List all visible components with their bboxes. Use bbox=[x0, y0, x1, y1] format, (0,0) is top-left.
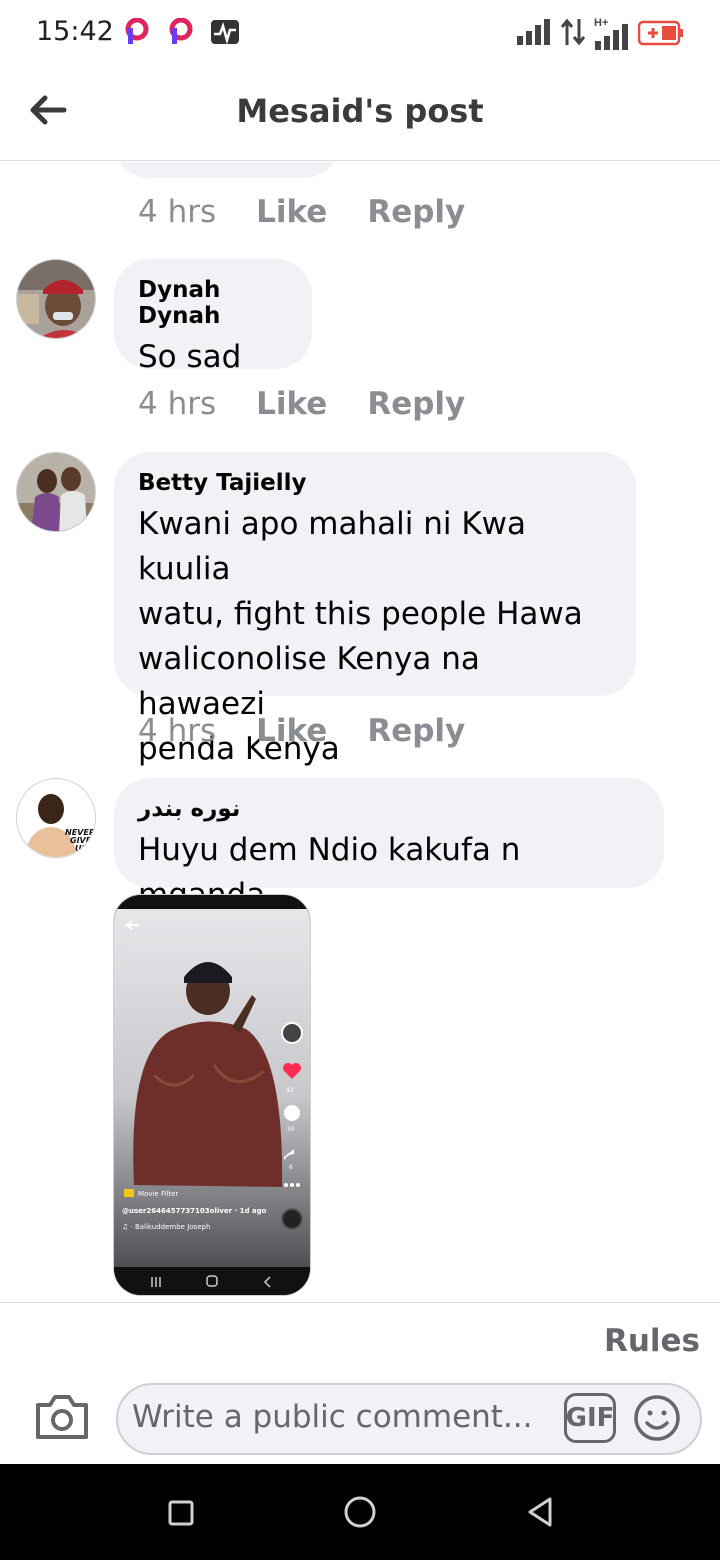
comment-composer: Rules Write a public comment... GIF bbox=[0, 1302, 720, 1464]
comment-meta: 4 hrs Like Reply bbox=[138, 194, 465, 230]
activity-icon bbox=[210, 18, 240, 51]
emoji-button[interactable] bbox=[632, 1393, 682, 1443]
like-button[interactable]: Like bbox=[256, 713, 327, 749]
comment-time: 4 hrs bbox=[138, 194, 217, 230]
svg-text:♫ · Balikuddembe Joseph: ♫ · Balikuddembe Joseph bbox=[122, 1223, 210, 1231]
svg-text:42: 42 bbox=[286, 1087, 294, 1094]
comments-feed[interactable]: 4 hrs Like Reply Dynah Dynah So sad 4 hr… bbox=[0, 162, 720, 1302]
camera-icon bbox=[36, 1395, 88, 1439]
battery-charging-icon bbox=[637, 20, 684, 51]
gif-button[interactable]: GIF bbox=[564, 1393, 616, 1443]
page-title: Mesaid's post bbox=[236, 92, 484, 130]
recents-square-icon bbox=[168, 1500, 194, 1526]
picsart-icon bbox=[124, 17, 150, 51]
comment-input[interactable]: Write a public comment... GIF bbox=[116, 1383, 702, 1455]
rules-link[interactable]: Rules bbox=[604, 1323, 700, 1359]
svg-text:@user2646457737103oliver · 1d: @user2646457737103oliver · 1d ago bbox=[122, 1207, 267, 1215]
comment-text: So sad bbox=[138, 339, 242, 375]
avatar[interactable]: NEVER GIVE UP bbox=[16, 778, 96, 858]
previous-comment-bubble bbox=[114, 162, 340, 178]
back-nav-button[interactable] bbox=[522, 1494, 558, 1530]
data-transfer-icon bbox=[560, 18, 586, 51]
status-time: 15:42 bbox=[36, 16, 114, 47]
reply-button[interactable]: Reply bbox=[367, 386, 465, 422]
picsart-icon bbox=[168, 17, 194, 51]
comment-image-attachment[interactable]: 42 30 6 Movie Filter @user2646457737103o… bbox=[113, 894, 311, 1296]
camera-button[interactable] bbox=[34, 1391, 90, 1441]
svg-text:Movie Filter: Movie Filter bbox=[138, 1190, 178, 1198]
svg-text:UP: UP bbox=[75, 844, 87, 853]
status-bar: 15:42 H+ bbox=[0, 0, 720, 64]
comment-author[interactable]: Betty Tajielly bbox=[138, 470, 610, 496]
smiley-icon bbox=[634, 1395, 680, 1441]
recents-button[interactable] bbox=[162, 1494, 198, 1530]
svg-text:6: 6 bbox=[289, 1164, 293, 1171]
comment-meta: 4 hrs Like Reply bbox=[138, 386, 465, 422]
comment-placeholder: Write a public comment... bbox=[132, 1399, 533, 1435]
svg-text:30: 30 bbox=[287, 1126, 295, 1133]
comment-bubble[interactable]: Dynah Dynah So sad bbox=[114, 259, 312, 375]
comment-author[interactable]: Dynah Dynah bbox=[138, 277, 286, 329]
comment-time: 4 hrs bbox=[138, 386, 217, 422]
hplus-signal-icon: H+ bbox=[594, 17, 630, 51]
like-button[interactable]: Like bbox=[256, 386, 327, 422]
back-triangle-icon bbox=[528, 1497, 552, 1527]
like-button[interactable]: Like bbox=[256, 194, 327, 230]
post-header: Mesaid's post bbox=[0, 64, 720, 161]
status-icons: H+ bbox=[516, 17, 684, 51]
signal-bars-icon bbox=[516, 18, 552, 51]
system-nav-bar bbox=[0, 1464, 720, 1560]
avatar[interactable] bbox=[16, 259, 96, 339]
comment-author[interactable]: نوره بندر bbox=[138, 796, 638, 822]
home-button[interactable] bbox=[342, 1494, 378, 1530]
home-circle-icon bbox=[344, 1496, 376, 1528]
reply-button[interactable]: Reply bbox=[367, 194, 465, 230]
avatar[interactable] bbox=[16, 452, 96, 532]
comment-meta: 4 hrs Like Reply bbox=[138, 713, 465, 749]
reply-button[interactable]: Reply bbox=[367, 713, 465, 749]
comment-time: 4 hrs bbox=[138, 713, 217, 749]
comment-bubble[interactable]: Betty Tajielly Kwani apo mahali ni Kwa k… bbox=[114, 452, 636, 767]
comment-bubble[interactable]: نوره بندر Huyu dem Ndio kakufa n mganda bbox=[114, 778, 664, 913]
